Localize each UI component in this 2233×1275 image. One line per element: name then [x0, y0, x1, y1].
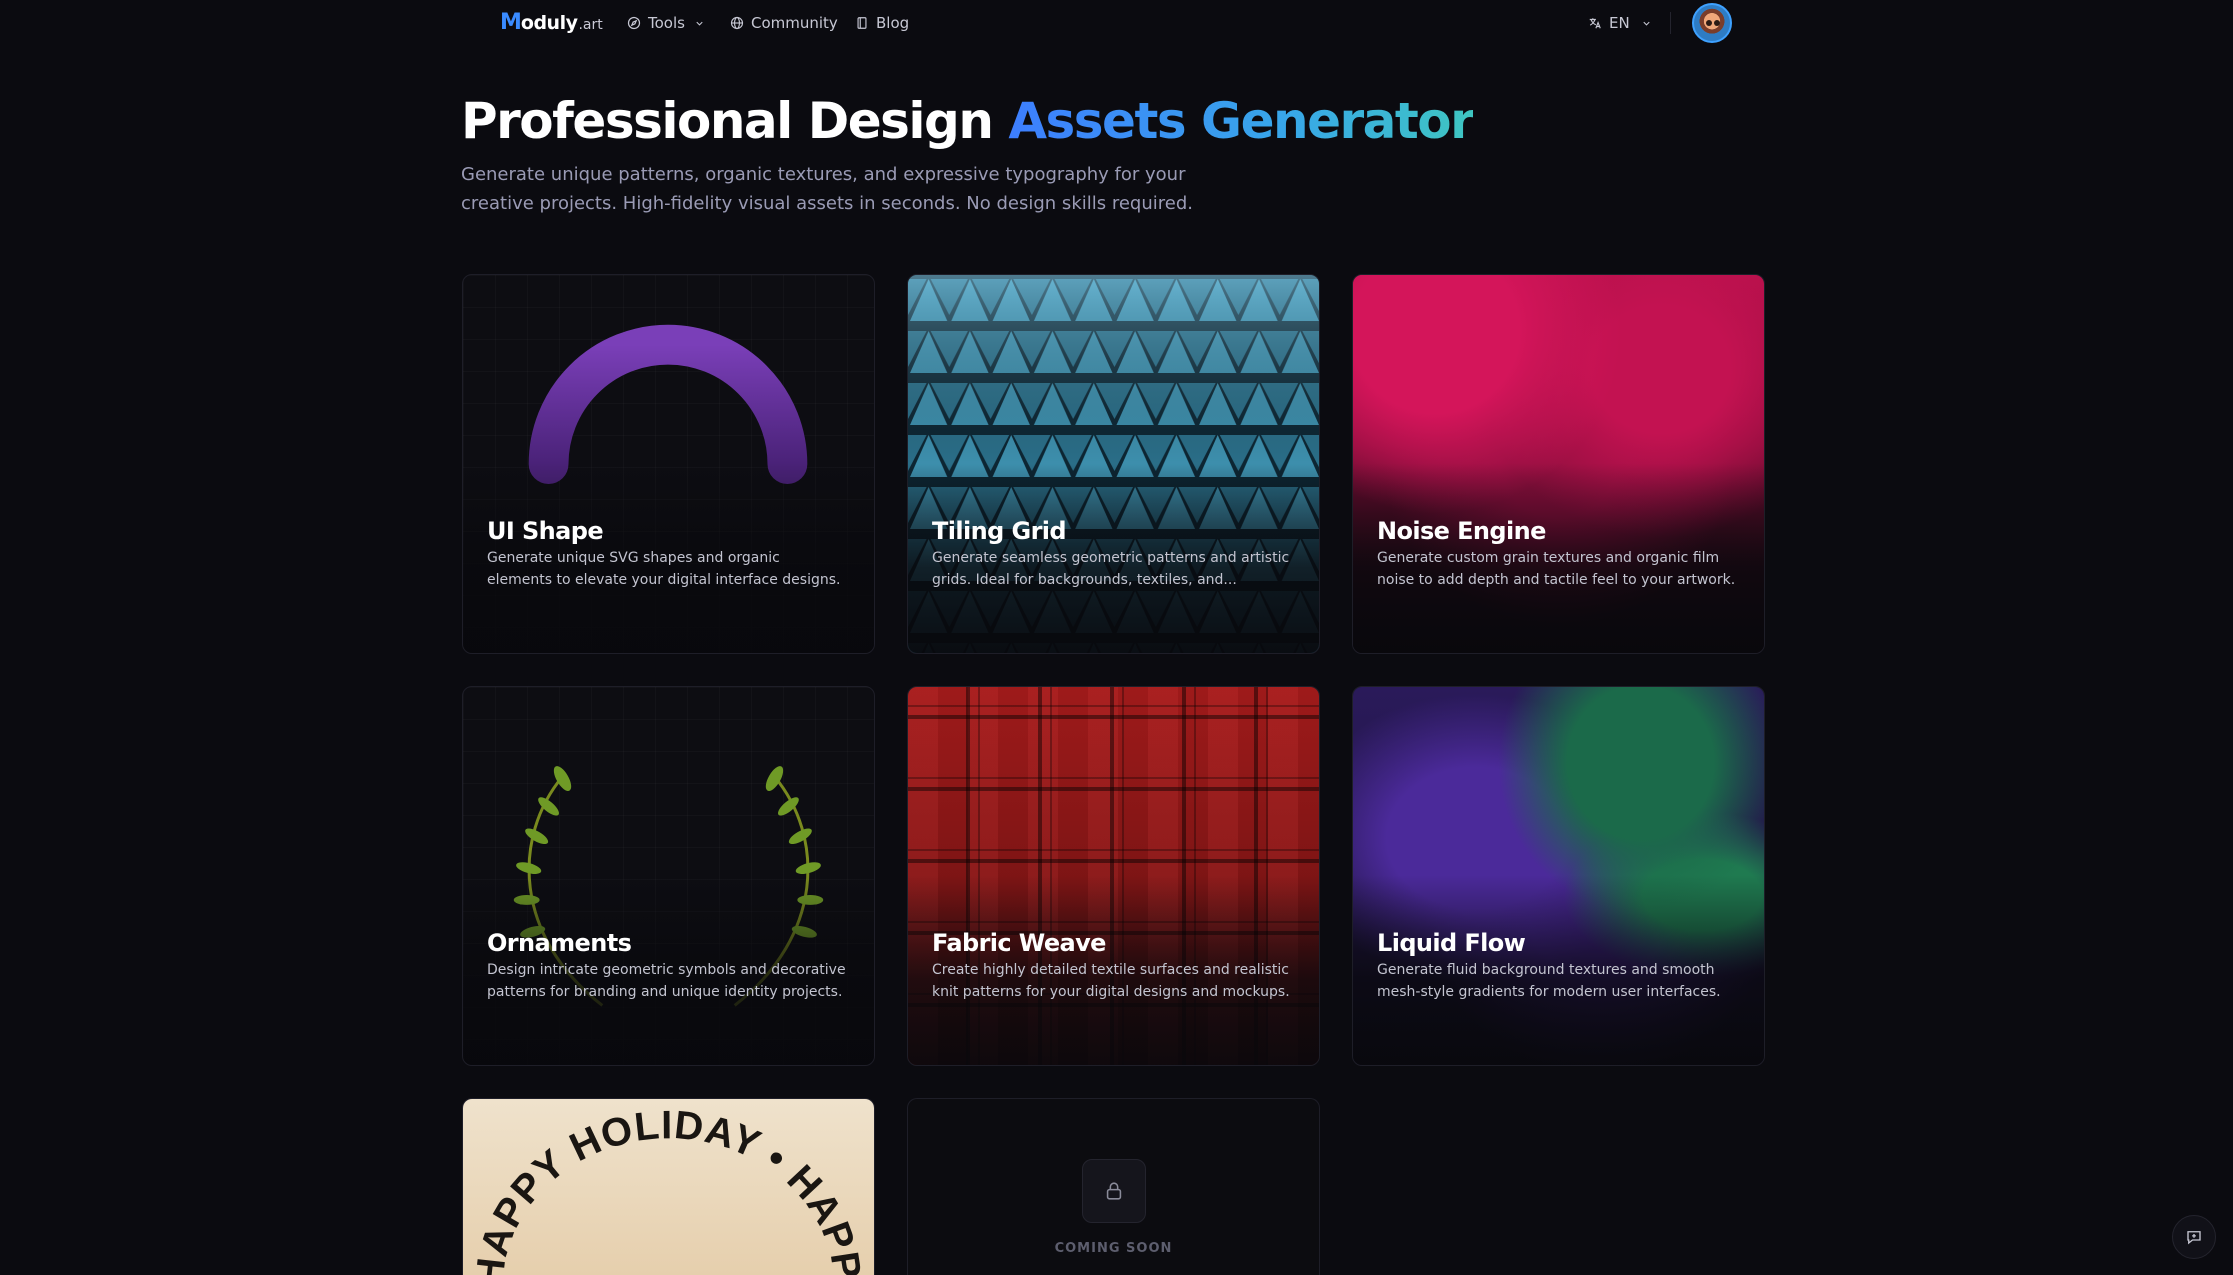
card-description: Generate unique SVG shapes and organic e… — [487, 550, 841, 588]
tool-card-coming-soon: COMING SOON — [907, 1098, 1320, 1275]
card-description: Generate fluid background textures and s… — [1377, 962, 1721, 1000]
card-title: Noise Engine — [1377, 517, 1546, 545]
nav-tools-label: Tools — [648, 14, 685, 32]
holiday-circular-text: HAPPY HOLIDAY • HAPPY HOLIDAY • — [463, 1099, 868, 1275]
chevron-down-icon — [1643, 21, 1650, 26]
book-icon — [857, 17, 867, 29]
nav-tools-menu[interactable]: Tools — [627, 13, 705, 33]
card-title: UI Shape — [487, 517, 604, 545]
avatar-eye — [1714, 20, 1720, 26]
compass-icon — [627, 16, 641, 30]
nav-divider — [1670, 12, 1671, 34]
feedback-button[interactable] — [2172, 1215, 2216, 1259]
language-selector[interactable]: EN — [1588, 13, 1652, 33]
lock-badge — [1082, 1159, 1146, 1223]
avatar-eye — [1706, 20, 1712, 26]
page-title-main: Professional Design — [461, 92, 1009, 150]
tool-card-ornaments[interactable]: Ornaments Design intricate geometric sym… — [462, 686, 875, 1066]
top-nav: Moduly .art Tools Community Blog EN — [0, 0, 2233, 46]
nav-community-link[interactable]: Community — [730, 13, 838, 33]
card-title: Ornaments — [487, 929, 632, 957]
coming-soon-label: COMING SOON — [1054, 1241, 1173, 1256]
tool-card-ui-shape[interactable]: UI Shape Generate unique SVG shapes and … — [462, 274, 875, 654]
tool-card-liquid-flow[interactable]: Liquid Flow Generate fluid background te… — [1352, 686, 1765, 1066]
card-description: Create highly detailed textile surfaces … — [932, 962, 1290, 1000]
tool-card-fabric-weave[interactable]: Fabric Weave Create highly detailed text… — [907, 686, 1320, 1066]
globe-icon — [730, 16, 744, 30]
lock-icon — [1106, 1182, 1122, 1200]
logo-tld: .art — [578, 17, 603, 33]
card-title: Fabric Weave — [932, 929, 1106, 957]
user-avatar[interactable] — [1692, 3, 1732, 43]
nav-blog-link[interactable]: Blog — [855, 13, 909, 33]
tool-card-tiling-grid[interactable]: Tiling Grid Generate seamless geometric … — [907, 274, 1320, 654]
message-plus-icon — [2187, 1231, 2201, 1245]
nav-blog-label: Blog — [876, 14, 910, 32]
page-title-accent: Assets Generator — [1008, 92, 1474, 150]
logo-wordmark: oduly — [520, 12, 578, 34]
card-title: Tiling Grid — [932, 517, 1067, 545]
language-label: EN — [1609, 14, 1630, 32]
chevron-down-icon — [696, 21, 703, 26]
logo[interactable]: Moduly .art — [500, 10, 603, 36]
nav-community-label: Community — [751, 14, 838, 32]
page-title: Professional Design Assets Generator — [461, 92, 1475, 150]
card-title: Liquid Flow — [1377, 929, 1526, 957]
card-description: Design intricate geometric symbols and d… — [487, 962, 846, 1000]
tool-card-noise-engine[interactable]: Noise Engine Generate custom grain textu… — [1352, 274, 1765, 654]
page-subtitle: Generate unique patterns, organic textur… — [461, 164, 1193, 214]
circular-text-art: HAPPY HOLIDAY • HAPPY HOLIDAY • — [463, 1099, 869, 1275]
svg-text:HAPPY HOLIDAY • HAPPY HOLIDAY: HAPPY HOLIDAY • HAPPY HOLIDAY • — [463, 1099, 869, 1275]
card-description: Generate seamless geometric patterns and… — [932, 550, 1290, 588]
translate-icon — [1589, 18, 1601, 29]
card-description: Generate custom grain textures and organ… — [1377, 550, 1736, 588]
tool-card-typography[interactable]: HAPPY HOLIDAY • HAPPY HOLIDAY • — [462, 1098, 875, 1275]
logo-mark: M — [500, 10, 522, 35]
